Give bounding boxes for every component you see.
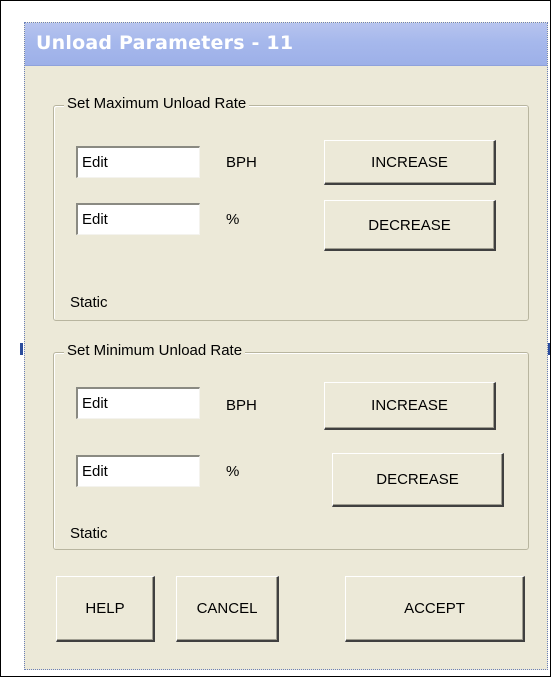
min-bph-field[interactable]: Edit	[76, 387, 200, 419]
max-static-text: Static	[70, 294, 108, 311]
min-increase-button[interactable]: INCREASE	[324, 382, 496, 430]
title-bar[interactable]: Unload Parameters - 11	[25, 23, 547, 66]
min-static-text: Static	[70, 525, 108, 542]
max-decrease-button[interactable]: DECREASE	[324, 200, 496, 251]
max-unload-rate-group: Set Maximum Unload Rate Edit BPH Edit % …	[53, 95, 529, 321]
min-bph-unit: BPH	[226, 397, 257, 414]
min-percent-unit: %	[226, 463, 240, 480]
cancel-button[interactable]: CANCEL	[176, 576, 279, 642]
accept-button[interactable]: ACCEPT	[345, 576, 525, 642]
unload-parameters-dialog: Unload Parameters - 11 Set Maximum Unloa…	[24, 22, 548, 670]
help-button[interactable]: HELP	[56, 576, 155, 642]
max-bph-unit: BPH	[226, 154, 257, 171]
max-bph-field[interactable]: Edit	[76, 146, 200, 178]
max-group-label: Set Maximum Unload Rate	[64, 95, 250, 112]
min-percent-field[interactable]: Edit	[76, 455, 200, 487]
max-percent-unit: %	[226, 211, 240, 228]
min-unload-rate-group: Set Minimum Unload Rate Edit BPH Edit % …	[53, 342, 529, 550]
frame-marker-left	[20, 343, 23, 355]
min-group-label: Set Minimum Unload Rate	[64, 342, 246, 359]
max-increase-button[interactable]: INCREASE	[324, 140, 496, 185]
dialog-title: Unload Parameters - 11	[36, 32, 294, 54]
max-percent-field[interactable]: Edit	[76, 203, 200, 235]
min-decrease-button[interactable]: DECREASE	[332, 453, 504, 507]
